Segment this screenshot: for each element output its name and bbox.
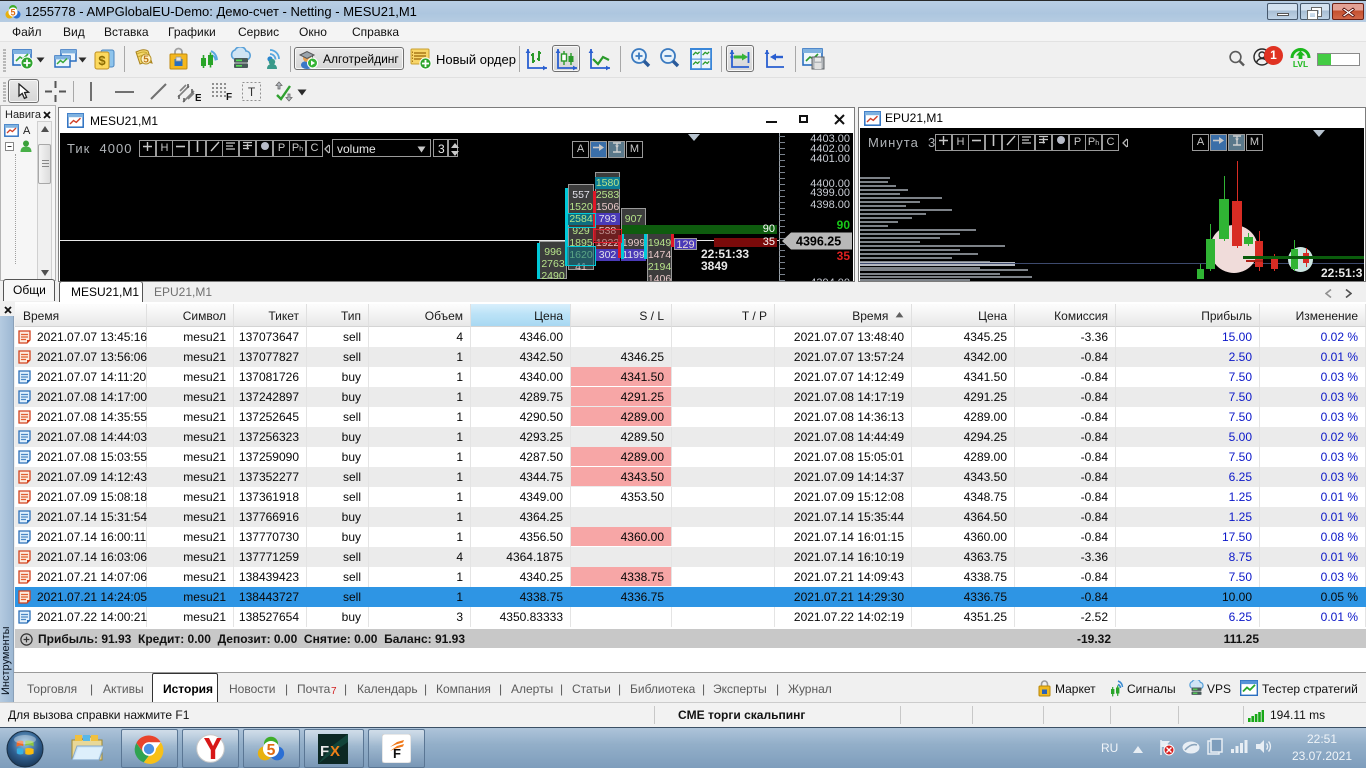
svg-text:$: $: [98, 53, 106, 68]
svg-text:F: F: [226, 92, 232, 102]
svg-text:LVL: LVL: [1293, 59, 1308, 68]
svg-text:E: E: [195, 93, 201, 103]
svg-text:5: 5: [10, 8, 15, 18]
svg-text:5: 5: [267, 742, 276, 759]
svg-text:F: F: [320, 743, 329, 760]
svg-text:F: F: [393, 746, 401, 761]
svg-text:4396.25: 4396.25: [796, 235, 841, 249]
svg-text:5: 5: [143, 55, 149, 66]
svg-text:X: X: [330, 743, 340, 760]
svg-text:T: T: [248, 85, 256, 99]
